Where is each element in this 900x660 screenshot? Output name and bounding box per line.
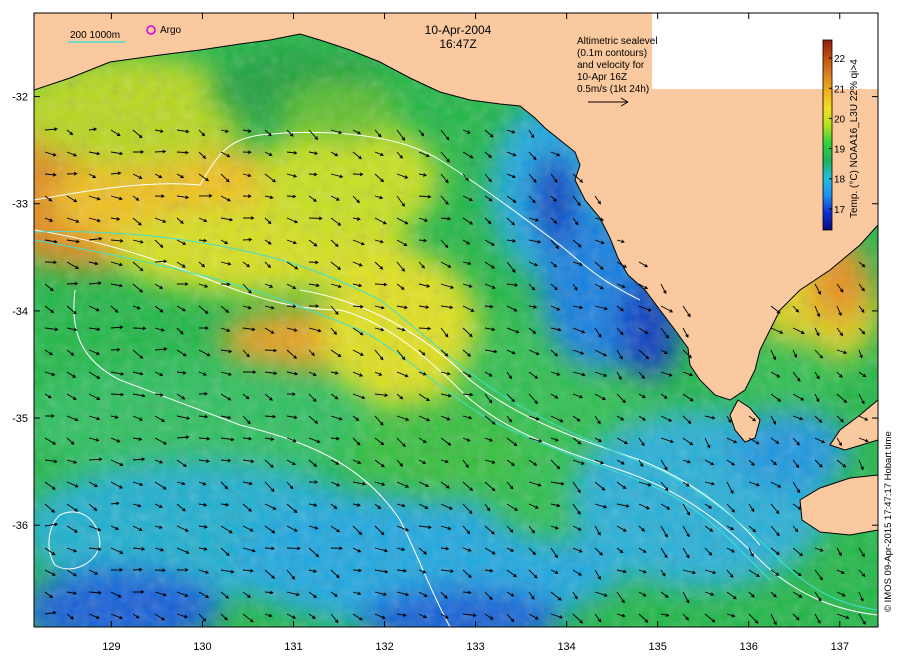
- colorbar-title: Temp. (°C) NOAA16_L3U 22% qi>4: [849, 59, 860, 218]
- date-label: 10-Apr-2004: [425, 23, 492, 37]
- colorbar-tick-label: 19: [834, 145, 846, 156]
- colorbar-tick-label: 22: [834, 54, 846, 65]
- lon-tick-label: 135: [648, 641, 666, 653]
- lat-tick-label: -35: [12, 413, 28, 425]
- lon-tick-label: 137: [831, 641, 849, 653]
- argo-legend-label: Argo: [160, 25, 182, 36]
- lon-tick-label: 133: [466, 641, 484, 653]
- lon-tick-label: 136: [740, 641, 758, 653]
- colorbar-tick-label: 20: [834, 114, 846, 125]
- credit-label: © IMOS 09-Apr-2015 17:47:17 Hobart time: [883, 431, 894, 612]
- colorbar-ramp: [822, 39, 833, 231]
- lon-tick-label: 132: [375, 641, 393, 653]
- lat-tick-label: -36: [12, 520, 28, 532]
- colorbar-tick-label: 18: [834, 175, 846, 186]
- depth-legend-label: 200 1000m: [70, 30, 120, 41]
- note-line-5: 0.5m/s (1kt 24h): [577, 84, 649, 95]
- lat-tick-label: -34: [12, 306, 28, 318]
- blank-region: [652, 13, 878, 89]
- map-area: [34, 13, 878, 627]
- lat-tick-label: -33: [12, 199, 28, 211]
- note-line-4: 10-Apr 16Z: [577, 72, 627, 83]
- note-line-2: (0.1m contours): [577, 48, 647, 59]
- time-label: 16:47Z: [439, 37, 476, 51]
- lat-tick-label: -32: [12, 92, 28, 104]
- lon-tick-label: 131: [284, 641, 302, 653]
- sst-map: 129 130 131 132 133 134 135 136 137 -32 -33 -34 -35…: [12, 12, 879, 653]
- colorbar-tick-label: 21: [834, 84, 846, 95]
- note-line-1: Altimetric sealevel: [577, 36, 658, 47]
- colorbar-tick-label: 17: [834, 205, 846, 216]
- lon-tick-label: 129: [102, 641, 120, 653]
- lon-tick-label: 134: [557, 641, 575, 653]
- note-line-3: and velocity for: [577, 60, 645, 71]
- lon-tick-label: 130: [193, 641, 211, 653]
